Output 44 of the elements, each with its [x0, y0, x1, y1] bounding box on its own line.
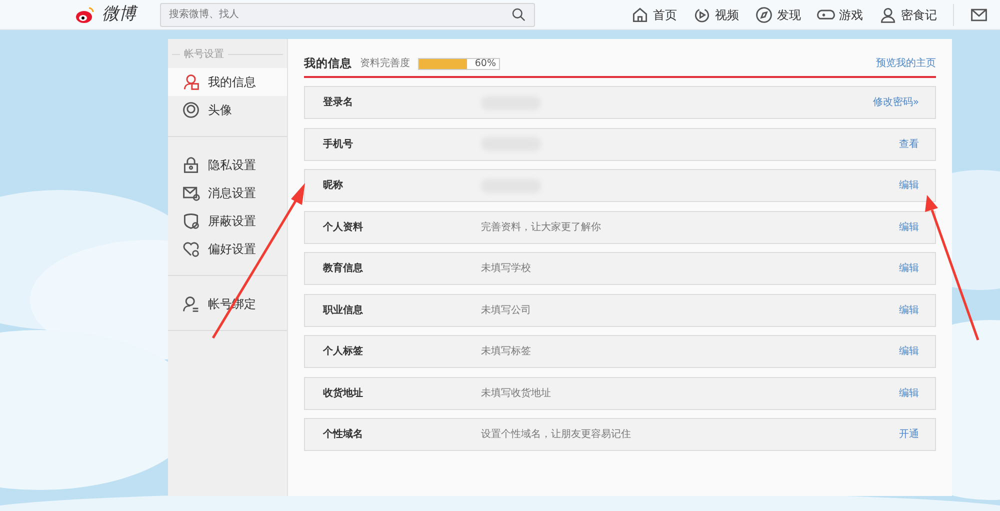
user-icon: [182, 73, 200, 91]
sidebar-item[interactable]: 我的信息: [168, 68, 287, 96]
user-icon: [879, 6, 897, 24]
field-value: 未填写公司: [481, 304, 531, 318]
field-label: 职业信息: [322, 304, 364, 318]
logo-text: 微博: [102, 2, 136, 26]
field-value: 完善资料，让大家更了解你: [481, 220, 601, 235]
headset-icon: [182, 101, 200, 119]
sidebar-item[interactable]: 消息设置: [168, 179, 287, 207]
field-value: 设置个性域名，让朋友更容易记住: [481, 428, 631, 442]
compass-icon: [755, 6, 773, 24]
field-label: 昵称: [322, 178, 344, 194]
mail-icon: [182, 184, 200, 202]
section-heading: 帐号设置: [184, 48, 224, 62]
nav-link[interactable]: 视频: [693, 6, 739, 24]
field-label: 个人标签: [322, 344, 364, 360]
nav-link[interactable]: 发现: [755, 6, 801, 24]
field-label: 收货地址: [322, 386, 364, 401]
home-icon: [631, 6, 649, 24]
search-icon: [511, 6, 527, 22]
field-label: 个人资料: [322, 220, 364, 235]
nav-link[interactable]: 首页: [631, 6, 677, 24]
user-icon: [182, 295, 200, 313]
heart-icon: [182, 240, 200, 258]
field-value: 未填写标签: [481, 344, 531, 360]
field-label: 教育信息: [322, 261, 364, 276]
sidebar-item[interactable]: 偏好设置: [168, 235, 287, 263]
nav-link[interactable]: 密食记: [879, 6, 937, 24]
shield-icon: [182, 212, 200, 230]
page-title: 我的信息: [304, 55, 352, 72]
progress-reading: 60%: [474, 56, 496, 71]
sidebar-item[interactable]: 屏蔽设置: [168, 207, 287, 235]
field-label: 手机号: [322, 138, 354, 152]
nav-link[interactable]: 游戏: [817, 6, 863, 24]
sidebar-item[interactable]: 头像: [168, 96, 287, 124]
search-field[interactable]: 搜索微博、找人: [160, 2, 535, 26]
field-value: 未填写学校: [481, 262, 531, 276]
field-label: 登录名: [322, 96, 354, 110]
sidebar-item[interactable]: 隐私设置: [168, 151, 287, 179]
lock-icon: [182, 156, 200, 174]
completeness-label: 资料完善度: [360, 56, 410, 72]
field-label: 个性域名: [322, 428, 364, 442]
field-value: 未填写收货地址: [481, 386, 551, 401]
preview-link[interactable]: 预览我的主页: [876, 56, 936, 72]
